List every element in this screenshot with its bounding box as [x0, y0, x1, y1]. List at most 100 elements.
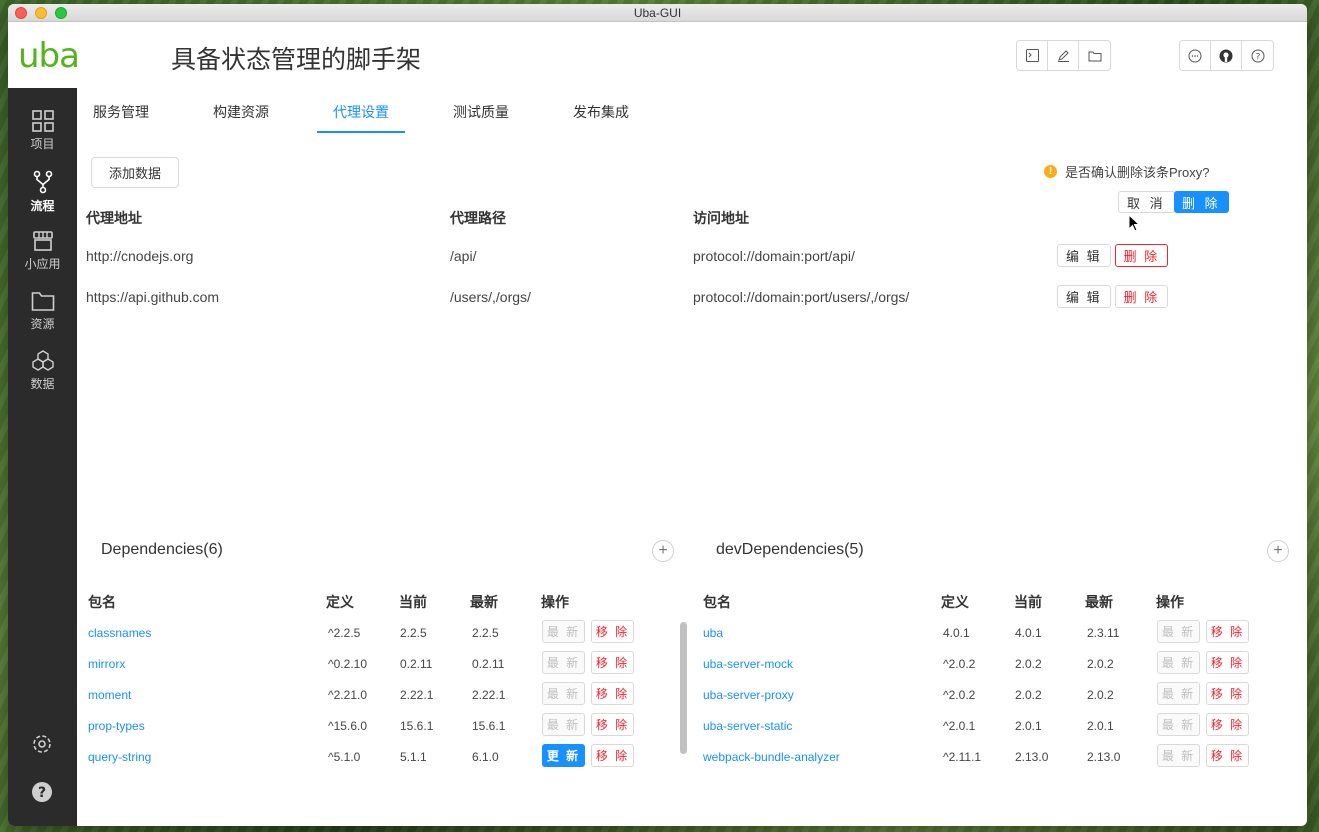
update-button[interactable]: 更 新	[542, 744, 585, 767]
package-name-link[interactable]: webpack-bundle-analyzer	[703, 750, 840, 764]
package-name-link[interactable]: mirrorx	[88, 657, 125, 671]
branch-icon	[33, 170, 52, 194]
latest-version: 2.13.0	[1087, 750, 1121, 764]
latest-version: 2.0.2	[1087, 657, 1114, 671]
table-row: uba 4.0.1 4.0.1 2.3.11 最 新 移 除	[701, 620, 1281, 651]
folder-icon[interactable]	[1079, 41, 1110, 70]
svg-text:?: ?	[1255, 52, 1260, 62]
remove-button[interactable]: 移 除	[1206, 744, 1249, 767]
grid-icon	[31, 110, 54, 132]
latest-button: 最 新	[542, 651, 585, 674]
help-icon[interactable]: ?	[1242, 41, 1273, 70]
remove-button[interactable]: 移 除	[591, 713, 634, 736]
proxy-path: /users/,/orgs/	[450, 289, 531, 305]
github-icon[interactable]	[1211, 41, 1242, 70]
app-window: Uba-GUI uba 具备状态管理的脚手架 ? 项目 流程 小应用 资源 数据…	[8, 4, 1307, 826]
sidebar-item-workflow[interactable]: 流程	[8, 166, 77, 224]
latest-version: 6.1.0	[472, 750, 499, 764]
current-version: 0.2.11	[400, 657, 433, 671]
help-actions: ?	[1179, 40, 1274, 71]
remove-button[interactable]: 移 除	[591, 682, 634, 705]
table-row: classnames ^2.2.5 2.2.5 2.2.5 最 新 移 除	[86, 620, 666, 651]
wanted-version: ^2.11.1	[943, 750, 982, 764]
hexagons-icon	[31, 350, 54, 371]
column-header: 定义	[941, 594, 969, 610]
sidebar-item-mini-apps[interactable]: 小应用	[8, 226, 77, 284]
wanted-version: 4.0.1	[943, 626, 970, 640]
window-title: Uba-GUI	[633, 6, 682, 20]
confirm-delete-button[interactable]: 删 除	[1174, 191, 1229, 213]
latest-button: 最 新	[1157, 744, 1200, 767]
remove-button[interactable]: 移 除	[1206, 682, 1249, 705]
package-name-link[interactable]: classnames	[88, 626, 151, 640]
tab-service[interactable]: 服务管理	[93, 102, 149, 122]
remove-button[interactable]: 移 除	[1206, 620, 1249, 643]
edit-icon[interactable]	[1048, 41, 1079, 70]
add-dependency-button[interactable]: +	[652, 540, 674, 562]
column-header: 代理地址	[86, 210, 142, 226]
terminal-icon[interactable]	[1017, 41, 1048, 70]
delete-button[interactable]: 删 除	[1114, 244, 1169, 267]
remove-button[interactable]: 移 除	[1206, 713, 1249, 736]
sidebar-item-data[interactable]: 数据	[8, 346, 77, 404]
row-actions: 最 新 移 除	[542, 713, 634, 736]
current-version: 2.2.5	[400, 626, 427, 640]
sidebar-item-projects[interactable]: 项目	[8, 106, 77, 164]
tab-proxy[interactable]: 代理设置	[333, 102, 389, 122]
row-actions: 更 新 移 除	[542, 744, 634, 767]
edit-button[interactable]: 编 辑	[1057, 285, 1111, 308]
latest-button: 最 新	[542, 713, 585, 736]
package-name-link[interactable]: uba-server-proxy	[703, 688, 794, 702]
edit-button[interactable]: 编 辑	[1057, 244, 1111, 267]
proxy-address: https://api.github.com	[86, 289, 220, 305]
sidebar: 项目 流程 小应用 资源 数据 ?	[8, 88, 77, 826]
dependencies-scrollbar[interactable]	[680, 622, 687, 754]
tab-release[interactable]: 发布集成	[573, 102, 629, 122]
add-dev-dependency-button[interactable]: +	[1267, 540, 1289, 562]
proxy-access-url: protocol://domain:port/users/,/orgs/	[693, 289, 910, 305]
column-header: 定义	[326, 594, 354, 610]
proxy-address: http://cnodejs.org	[86, 248, 194, 264]
current-version: 2.0.2	[1015, 657, 1042, 671]
column-header: 操作	[1156, 594, 1184, 610]
column-header: 包名	[88, 594, 116, 610]
current-version: 2.0.2	[1015, 688, 1042, 702]
latest-button: 最 新	[1157, 651, 1200, 674]
column-header: 当前	[1014, 594, 1042, 610]
package-name-link[interactable]: moment	[88, 688, 131, 702]
delete-button[interactable]: 删 除	[1114, 285, 1169, 308]
latest-button: 最 新	[1157, 713, 1200, 736]
svg-text:?: ?	[38, 785, 46, 801]
row-actions: 最 新 移 除	[542, 651, 634, 674]
remove-button[interactable]: 移 除	[591, 651, 634, 674]
cancel-button[interactable]: 取 消	[1118, 191, 1175, 213]
table-row: moment ^2.21.0 2.22.1 2.22.1 最 新 移 除	[86, 682, 666, 713]
wanted-version: ^2.21.0	[328, 688, 367, 702]
add-data-button[interactable]: 添加数据	[91, 157, 179, 188]
sidebar-item-label: 流程	[30, 199, 55, 213]
remove-button[interactable]: 移 除	[1206, 651, 1249, 674]
row-actions: 编 辑 删 除	[1057, 244, 1169, 267]
package-name-link[interactable]: uba-server-static	[703, 719, 792, 733]
latest-button: 最 新	[542, 682, 585, 705]
column-header: 最新	[1085, 594, 1113, 610]
row-actions: 编 辑 删 除	[1057, 285, 1169, 308]
current-version: 5.1.1	[400, 750, 427, 764]
table-row: uba-server-proxy ^2.0.2 2.0.2 2.0.2 最 新 …	[701, 682, 1281, 713]
help-icon[interactable]: ?	[30, 780, 54, 804]
current-version: 15.6.1	[400, 719, 434, 733]
remove-button[interactable]: 移 除	[591, 620, 634, 643]
package-name-link[interactable]: uba-server-mock	[703, 657, 793, 671]
tab-test[interactable]: 测试质量	[453, 102, 509, 122]
wanted-version: ^2.2.5	[328, 626, 361, 640]
wanted-version: ^5.1.0	[328, 750, 361, 764]
settings-icon[interactable]	[30, 732, 54, 756]
package-name-link[interactable]: prop-types	[88, 719, 145, 733]
tab-build[interactable]: 构建资源	[213, 102, 269, 122]
remove-button[interactable]: 移 除	[591, 744, 634, 767]
chat-icon[interactable]	[1180, 41, 1211, 70]
package-name-link[interactable]: query-string	[88, 750, 151, 764]
sidebar-item-resources[interactable]: 资源	[8, 286, 77, 344]
package-name-link[interactable]: uba	[703, 626, 723, 640]
app-logo: uba	[18, 36, 80, 76]
